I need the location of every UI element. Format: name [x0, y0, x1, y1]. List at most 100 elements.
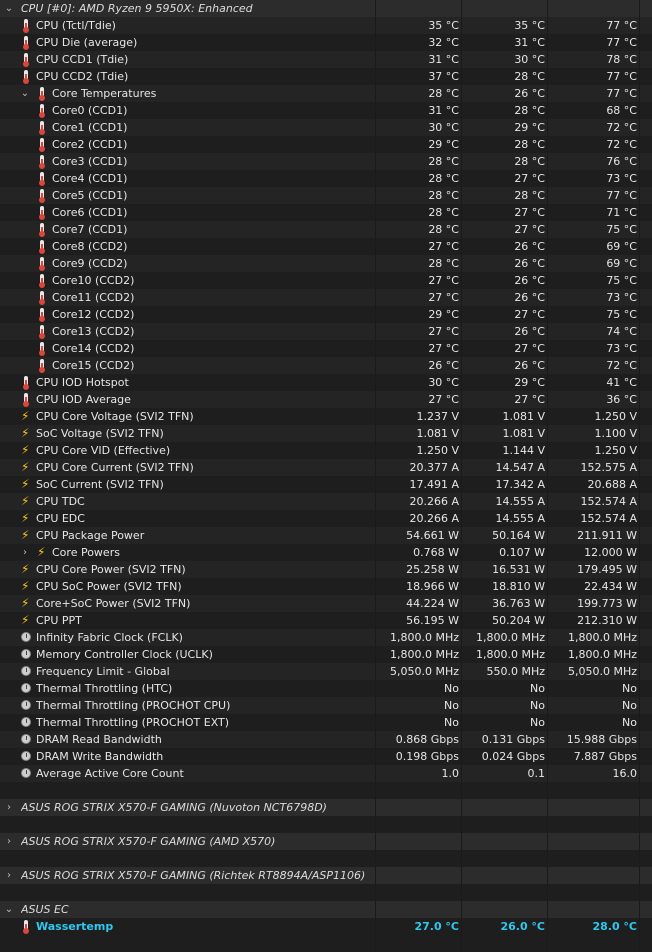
expand-icon[interactable]: › [3, 833, 15, 850]
column-divider [461, 238, 462, 255]
sensor-row[interactable]: Average Active Core Count 1.0 0.1 16.0 [0, 765, 652, 782]
sensor-row[interactable]: ⚡ CPU EDC 20.266 A 14.555 A 152.574 A [0, 510, 652, 527]
sensor-row[interactable]: Thermal Throttling (PROCHOT CPU) No No No [0, 697, 652, 714]
sensor-row[interactable]: Thermal Throttling (PROCHOT EXT) No No No [0, 714, 652, 731]
sensor-row[interactable]: ⚡ CPU Core Current (SVI2 TFN) 20.377 A 14.5… [0, 459, 652, 476]
minimum-value: 27 °C [514, 393, 545, 406]
minimum-value: 0.107 W [499, 546, 545, 559]
sensor-row[interactable]: Core11 (CCD2) 27 °C 26 °C 73 °C [0, 289, 652, 306]
thermometer-bulb [39, 95, 45, 101]
section-header[interactable]: › ASUS ROG STRIX X570-F GAMING (Nuvoton N… [0, 799, 652, 816]
maximum-value: 20.688 A [587, 478, 637, 491]
minimum-value: 29 °C [514, 376, 545, 389]
sensor-row[interactable]: Core12 (CCD2) 29 °C 27 °C 75 °C [0, 306, 652, 323]
section-header[interactable]: ⌄ ASUS EC [0, 901, 652, 918]
column-divider [547, 17, 548, 34]
sensor-row[interactable]: Core8 (CCD2) 27 °C 26 °C 69 °C [0, 238, 652, 255]
column-divider [639, 272, 640, 289]
sensor-row[interactable]: Thermal Throttling (HTC) No No No [0, 680, 652, 697]
sensor-row[interactable]: Core0 (CCD1) 31 °C 28 °C 68 °C [0, 102, 652, 119]
collapse-icon[interactable]: ⌄ [19, 85, 31, 102]
section-header[interactable]: › ASUS ROG STRIX X570-F GAMING (AMD X570) [0, 833, 652, 850]
clock-icon [20, 648, 32, 662]
section-header[interactable]: ⌄ CPU [#0]: AMD Ryzen 9 5950X: Enhanced [0, 0, 652, 17]
sensor-row[interactable]: Core15 (CCD2) 26 °C 26 °C 72 °C [0, 357, 652, 374]
column-divider [461, 527, 462, 544]
thermometer-bulb [39, 180, 45, 186]
column-divider [547, 493, 548, 510]
sensor-row[interactable]: Frequency Limit - Global 5,050.0 MHz 550.0… [0, 663, 652, 680]
sensor-row[interactable]: ⚡ SoC Current (SVI2 TFN) 17.491 A 17.342 A 2… [0, 476, 652, 493]
sensor-row[interactable]: Core4 (CCD1) 28 °C 27 °C 73 °C [0, 170, 652, 187]
sensor-row[interactable]: ⚡ Core+SoC Power (SVI2 TFN) 44.224 W 36.763… [0, 595, 652, 612]
maximum-value: 22.434 W [584, 580, 637, 593]
sensor-row[interactable]: Core10 (CCD2) 27 °C 26 °C 75 °C [0, 272, 652, 289]
minimum-value: 26 °C [514, 257, 545, 270]
maximum-value: 77 °C [606, 36, 637, 49]
current-value: 29 °C [428, 308, 459, 321]
minimum-value: 27 °C [514, 342, 545, 355]
sensor-row[interactable]: Core2 (CCD1) 29 °C 28 °C 72 °C [0, 136, 652, 153]
expand-icon[interactable]: › [19, 544, 31, 561]
sensor-row[interactable]: ⚡ CPU Package Power 54.661 W 50.164 W 211.91… [0, 527, 652, 544]
sensor-row[interactable]: Core7 (CCD1) 28 °C 27 °C 75 °C [0, 221, 652, 238]
column-divider [547, 238, 548, 255]
column-divider [461, 102, 462, 119]
sensor-row[interactable]: ⚡ CPU PPT 56.195 W 50.204 W 212.310 W [0, 612, 652, 629]
sensor-label: Core6 (CCD1) [52, 206, 128, 219]
thermometer-icon [20, 920, 32, 934]
collapse-icon[interactable]: ⌄ [3, 901, 15, 918]
expand-icon[interactable]: › [3, 799, 15, 816]
maximum-value: 7.887 Gbps [573, 750, 637, 763]
column-divider [639, 527, 640, 544]
minimum-value: 30 °C [514, 53, 545, 66]
sensor-row[interactable]: Infinity Fabric Clock (FCLK) 1,800.0 MHz 1… [0, 629, 652, 646]
sensor-row[interactable]: Core6 (CCD1) 28 °C 27 °C 71 °C [0, 204, 652, 221]
sensor-row[interactable]: CPU IOD Hotspot 30 °C 29 °C 41 °C [0, 374, 652, 391]
sensor-row[interactable]: CPU (Tctl/Tdie) 35 °C 35 °C 77 °C [0, 17, 652, 34]
column-divider [639, 595, 640, 612]
thermometer-icon [20, 53, 32, 67]
column-divider [461, 119, 462, 136]
sensor-row[interactable]: Memory Controller Clock (UCLK) 1,800.0 MH… [0, 646, 652, 663]
lightning-icon: ⚡ [20, 477, 32, 492]
sensor-row[interactable]: Core9 (CCD2) 28 °C 26 °C 69 °C [0, 255, 652, 272]
maximum-value: 75 °C [606, 274, 637, 287]
thermometer-bulb [39, 112, 45, 118]
section-header[interactable]: › ASUS ROG STRIX X570-F GAMING (Richtek R… [0, 867, 652, 884]
sensor-row[interactable]: ⚡ CPU SoC Power (SVI2 TFN) 18.966 W 18.810 … [0, 578, 652, 595]
sensor-row[interactable]: ⚡ CPU TDC 20.266 A 14.555 A 152.574 A [0, 493, 652, 510]
sensor-row[interactable]: CPU CCD1 (Tdie) 31 °C 30 °C 78 °C [0, 51, 652, 68]
sensor-row[interactable]: ⚡ SoC Voltage (SVI2 TFN) 1.081 V 1.081 V 1.1… [0, 425, 652, 442]
expand-icon[interactable]: › [3, 867, 15, 884]
sensor-row[interactable]: Core13 (CCD2) 27 °C 26 °C 74 °C [0, 323, 652, 340]
lightning-glyph: ⚡ [21, 579, 30, 593]
sensor-row[interactable]: CPU IOD Average 27 °C 27 °C 36 °C [0, 391, 652, 408]
sensor-row[interactable]: ⚡ CPU Core Power (SVI2 TFN) 25.258 W 16.531… [0, 561, 652, 578]
sensor-row[interactable]: › ⚡ Core Powers 0.768 W 0.107 W 12.000 W [0, 544, 652, 561]
sensor-row[interactable]: ⚡ CPU Core Voltage (SVI2 TFN) 1.237 V 1.081… [0, 408, 652, 425]
column-divider [461, 459, 462, 476]
sensor-label: CPU IOD Hotspot [36, 376, 129, 389]
sensor-row[interactable]: Core3 (CCD1) 28 °C 28 °C 76 °C [0, 153, 652, 170]
sensor-row[interactable]: CPU CCD2 (Tdie) 37 °C 28 °C 77 °C [0, 68, 652, 85]
column-divider [375, 408, 376, 425]
column-divider [639, 34, 640, 51]
sensor-row[interactable]: DRAM Write Bandwidth 0.198 Gbps 0.024 Gbps… [0, 748, 652, 765]
column-divider [461, 289, 462, 306]
column-divider [547, 459, 548, 476]
sensor-row[interactable]: ⌄ Core Temperatures 28 °C 26 °C 77 °C [0, 85, 652, 102]
sensor-row[interactable]: Core1 (CCD1) 30 °C 29 °C 72 °C [0, 119, 652, 136]
column-divider [639, 136, 640, 153]
sensor-row[interactable]: DRAM Read Bandwidth 0.868 Gbps 0.131 Gbps 1… [0, 731, 652, 748]
column-divider [461, 612, 462, 629]
column-divider [639, 799, 640, 816]
sensor-row[interactable]: Wassertemp 27.0 °C 26.0 °C 28.0 °C [0, 918, 652, 935]
sensor-row[interactable]: Core5 (CCD1) 28 °C 28 °C 77 °C [0, 187, 652, 204]
maximum-value: 77 °C [606, 70, 637, 83]
collapse-icon[interactable]: ⌄ [3, 0, 15, 17]
sensor-row[interactable]: Core14 (CCD2) 27 °C 27 °C 73 °C [0, 340, 652, 357]
minimum-value: 31 °C [514, 36, 545, 49]
sensor-row[interactable]: CPU Die (average) 32 °C 31 °C 77 °C [0, 34, 652, 51]
sensor-row[interactable]: ⚡ CPU Core VID (Effective) 1.250 V 1.144 V 1… [0, 442, 652, 459]
